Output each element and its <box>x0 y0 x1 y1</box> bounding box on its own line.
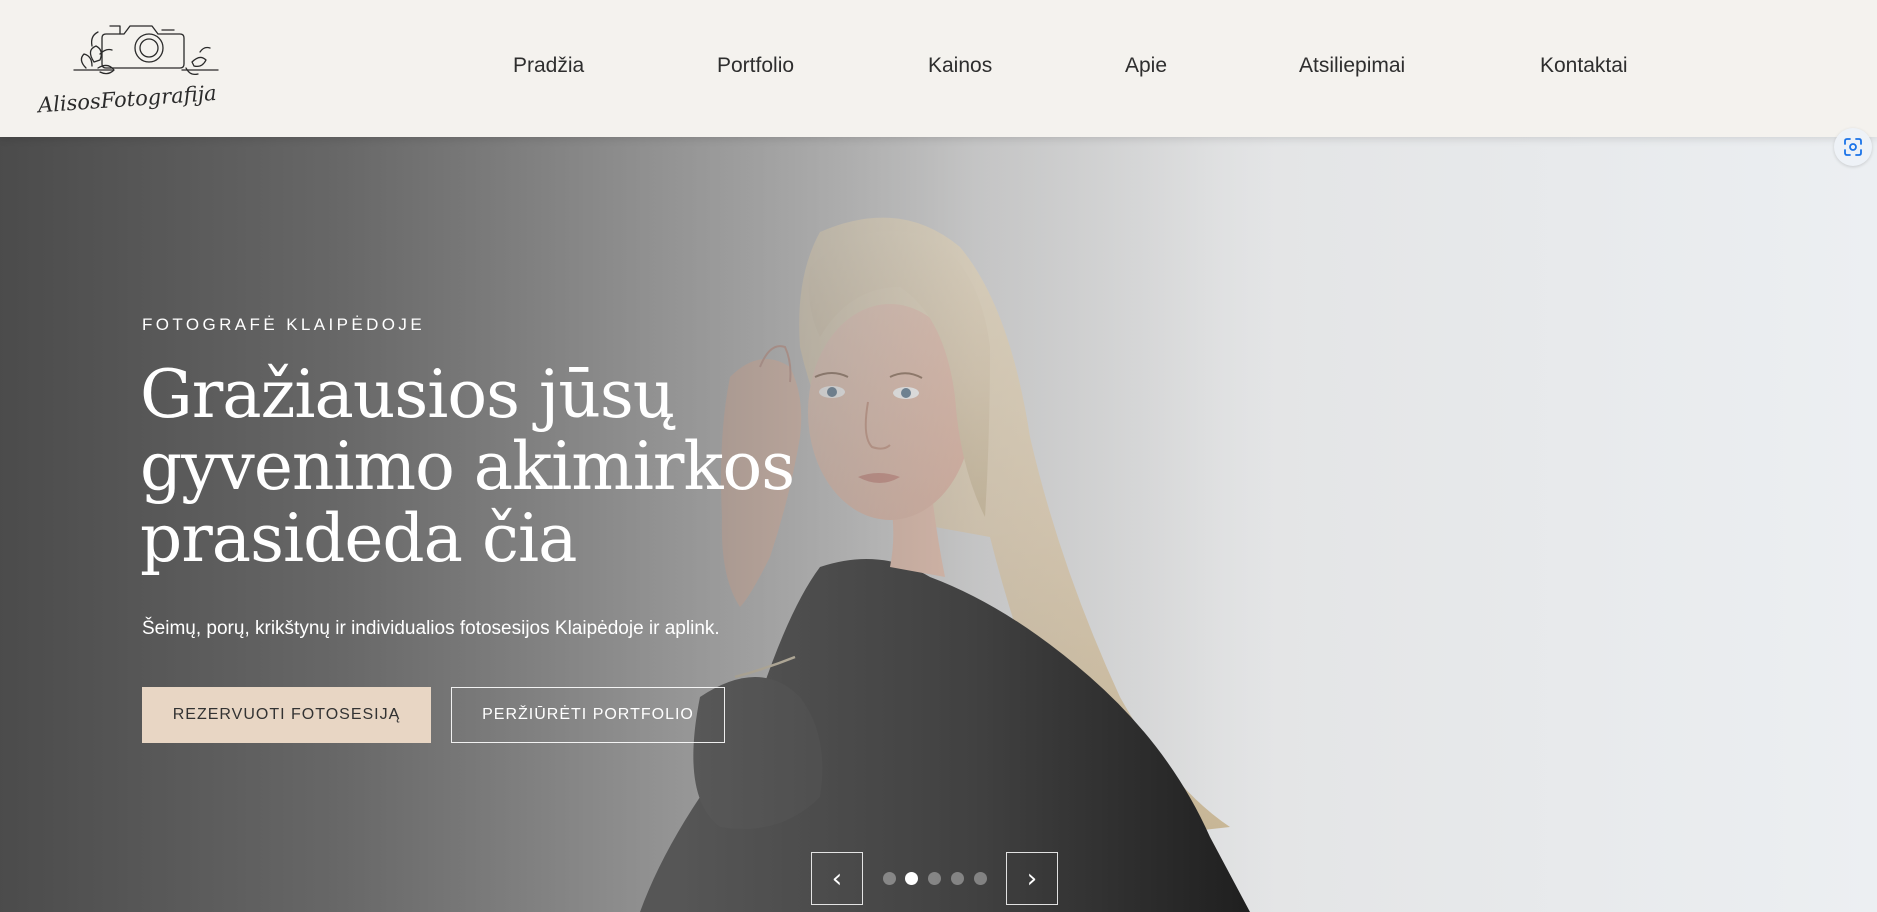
nav-item-pradzia[interactable]: Pradžia <box>513 54 584 78</box>
hero-section: FOTOGRAFĖ KLAIPĖDOJE Gražiausios jūsų gy… <box>0 137 1877 912</box>
hero-title: Gražiausios jūsų gyvenimo akimirkos pras… <box>140 359 820 575</box>
hero-title-line: prasideda čia <box>140 500 577 577</box>
nav-item-kainos[interactable]: Kainos <box>928 54 992 78</box>
slider-dot[interactable] <box>883 872 896 885</box>
slider-next-button[interactable]: › <box>1006 852 1058 905</box>
book-session-button[interactable]: REZERVUOTI FOTOSESIJĄ <box>142 687 431 743</box>
google-lens-icon[interactable] <box>1834 128 1872 166</box>
nav-item-portfolio[interactable]: Portfolio <box>717 54 794 78</box>
nav-item-kontaktai[interactable]: Kontaktai <box>1540 54 1628 78</box>
camera-flowers-logo-icon: AlisosFotografija <box>35 25 219 118</box>
hero-title-line: gyvenimo akimirkos <box>140 428 795 505</box>
view-portfolio-button[interactable]: PERŽIŪRĖTI PORTFOLIO <box>451 687 725 743</box>
slider-dot[interactable] <box>951 872 964 885</box>
nav-item-atsiliepimai[interactable]: Atsiliepimai <box>1299 54 1405 78</box>
hero-eyebrow: FOTOGRAFĖ KLAIPĖDOJE <box>142 315 426 334</box>
hero-subtitle: Šeimų, porų, krikštynų ir individualios … <box>142 618 720 639</box>
slider-dot[interactable] <box>928 872 941 885</box>
slider-dot[interactable] <box>905 872 918 885</box>
hero-title-line: Gražiausios jūsų <box>140 356 675 433</box>
slider-prev-button[interactable]: ‹ <box>811 852 863 905</box>
site-header: AlisosFotografija Pradžia Portfolio Kain… <box>0 0 1877 137</box>
slider-dot[interactable] <box>974 872 987 885</box>
nav-item-apie[interactable]: Apie <box>1125 54 1167 78</box>
site-logo[interactable]: AlisosFotografija <box>34 6 226 130</box>
logo-script-text: AlisosFotografija <box>35 81 217 118</box>
